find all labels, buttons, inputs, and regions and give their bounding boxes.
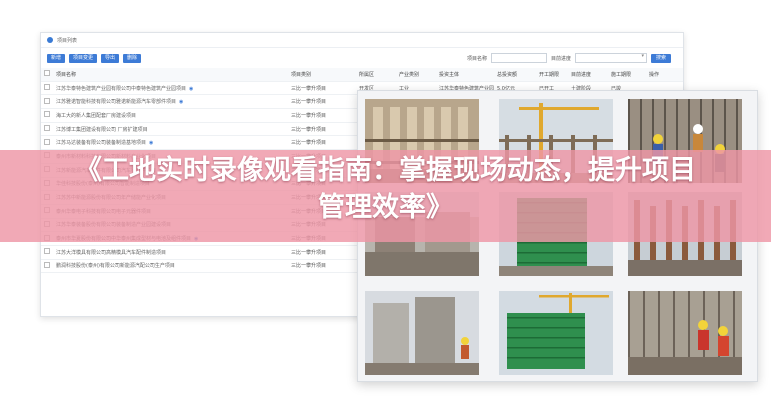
cell-name[interactable]: 江苏大洋模具有限公司高精模具汽车配件制造项目 (53, 245, 288, 260)
cell-name[interactable]: 鹏润科技股份(泰州)有限公司新能源汽配公司生产项目 (53, 259, 288, 274)
cell-name[interactable]: 江苏华泰特色建筑产业园有限公司中泰特色建筑产业园项目 ◉ (53, 81, 288, 96)
camera-feed-tile[interactable] (628, 291, 742, 375)
row-checkbox[interactable] (41, 81, 53, 96)
cell-type: 三比一攀升项目 (288, 135, 356, 151)
app-logo-icon (47, 37, 53, 43)
cell-name[interactable]: 江苏博工集团建设有限公司 厂房扩建项目 (53, 122, 288, 137)
camera-feed-tile[interactable] (499, 291, 613, 375)
banner-title: 《工地实时录像观看指南：掌握现场动态，提升项目 管理效率》 (0, 152, 771, 226)
column-header: 项目类别 (288, 68, 356, 82)
camera-feed-tile[interactable] (365, 291, 479, 375)
stage-filter-label: 目前进度 (550, 55, 571, 62)
preview-eye-icon[interactable]: ◉ (149, 140, 153, 146)
name-filter-input[interactable] (490, 53, 547, 63)
column-header: 项目名称 (53, 68, 288, 82)
cell-text: 江苏大洋模具有限公司高精模具汽车配件制造项目 (56, 249, 167, 256)
site-photo (365, 291, 479, 375)
name-filter-label: 项目名称 (466, 55, 487, 62)
row-checkbox[interactable] (41, 122, 53, 137)
filter-bar: 项目名称 目前进度 搜索 (467, 53, 677, 63)
site-photo (499, 291, 613, 375)
column-header: 产业类别 (396, 68, 436, 82)
cell-type: 三比一攀升项目 (288, 122, 356, 137)
cell-text: 江苏博工集团建设有限公司 厂房扩建项目 (56, 126, 148, 133)
preview-eye-icon[interactable]: ◉ (189, 86, 193, 92)
banner-title-line2: 管理效率》 (318, 192, 453, 223)
add-button[interactable]: 新增 (47, 53, 66, 63)
stage-filter-select[interactable] (574, 53, 647, 63)
column-header: 施工期限 (608, 68, 646, 82)
column-header: 投资主体 (436, 68, 494, 82)
toolbar: 新增 项目变更 导出 删除 项目名称 目前进度 搜索 (41, 48, 683, 68)
cell-text: 三比一攀升项目 (291, 126, 327, 133)
table-header: 项目名称 项目类别 所属区 产业类别 投资主体 总投资额 开工期限 目前进度 施工期限 操作 (41, 68, 683, 82)
cell-type: 三比一攀升项目 (288, 94, 356, 110)
cell-name[interactable]: 海工大的新人集团配套厂房建设项目 (53, 108, 288, 123)
batch-change-button[interactable]: 项目变更 (69, 53, 98, 63)
cell-type: 三比一攀升项目 (288, 259, 356, 274)
cell-text: 海工大的新人集团配套厂房建设项目 (56, 112, 137, 119)
preview-eye-icon[interactable]: ◉ (179, 99, 183, 105)
cell-text: 三比一攀升项目 (291, 85, 327, 92)
site-photo (628, 291, 742, 375)
row-checkbox[interactable] (41, 108, 53, 123)
column-header: 目前进度 (568, 68, 608, 82)
cell-type: 三比一攀升项目 (288, 245, 356, 260)
cell-text: 三比一攀升项目 (291, 249, 327, 256)
cell-type: 三比一攀升项目 (288, 81, 356, 96)
export-button[interactable]: 导出 (101, 53, 120, 63)
delete-button[interactable]: 删除 (123, 53, 142, 63)
cell-text: 三比一攀升项目 (291, 99, 327, 106)
column-header: 所属区 (356, 68, 396, 82)
row-checkbox[interactable] (41, 94, 53, 110)
column-header: 操作 (646, 68, 683, 82)
cell-name[interactable]: 江苏马达装备有限公司装备制造基地项目 ◉ (53, 135, 288, 151)
cell-type: 三比一攀升项目 (288, 108, 356, 123)
cell-text: 三比一攀升项目 (291, 263, 327, 270)
panel-title: 项目列表 (57, 37, 78, 44)
cell-name[interactable]: 江苏雅诺智能科技有限公司雅诺新能源汽车零部件项目 ◉ (53, 94, 288, 110)
cell-text: 江苏华泰特色建筑产业园有限公司中泰特色建筑产业园项目 (56, 85, 187, 92)
panel-header: 项目列表 (41, 33, 683, 48)
search-button[interactable]: 搜索 (650, 53, 671, 63)
column-header: 开工期限 (536, 68, 568, 82)
banner-title-line1: 《工地实时录像观看指南：掌握现场动态，提升项目 (75, 155, 696, 186)
column-header: 总投资额 (494, 68, 536, 82)
cell-text: 三比一攀升项目 (291, 140, 327, 147)
cell-text: 江苏马达装备有限公司装备制造基地项目 (56, 140, 147, 147)
row-checkbox[interactable] (41, 135, 53, 151)
row-checkbox[interactable] (41, 245, 53, 260)
row-checkbox[interactable] (41, 259, 53, 274)
cell-text: 三比一攀升项目 (291, 112, 327, 119)
cell-text: 鹏润科技股份(泰州)有限公司新能源汽配公司生产项目 (56, 263, 175, 270)
cell-text: 江苏雅诺智能科技有限公司雅诺新能源汽车零部件项目 (56, 99, 177, 106)
select-all-checkbox[interactable] (41, 68, 53, 82)
